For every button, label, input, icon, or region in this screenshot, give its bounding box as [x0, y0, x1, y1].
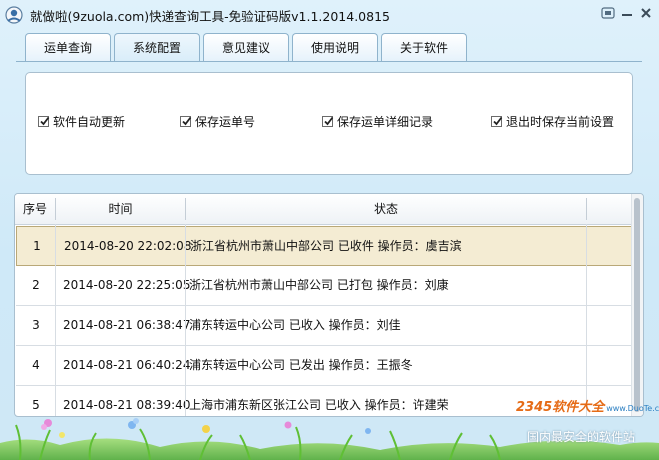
- row-number: 4: [32, 358, 40, 372]
- branding-caption: 国内最安全的软件站: [527, 430, 636, 444]
- window-title: 就做啦(9zuola.com)快递查询工具-免验证码版v1.1.2014.081…: [30, 9, 390, 24]
- row-time: 2014-08-21 08:39:40: [63, 398, 191, 412]
- row-status: 上海市浦东新区张江公司 已收入 操作员：许建荣: [189, 398, 449, 412]
- row-status: 浦东转运中心公司 已收入 操作员：刘佳: [189, 318, 401, 332]
- row-number: 1: [33, 239, 41, 253]
- auto-update-label: 软件自动更新: [53, 115, 126, 129]
- skin-icon[interactable]: [599, 5, 617, 21]
- table-row[interactable]: 2 2014-08-20 22:25:05 浙江省杭州市萧山中部公司 已打包 操…: [16, 266, 633, 306]
- row-time: 2014-08-21 06:40:24: [63, 358, 191, 372]
- tab-instructions[interactable]: 使用说明: [292, 33, 378, 61]
- row-status: 浙江省杭州市萧山中部公司 已收件 操作员：虞吉滨: [190, 239, 462, 253]
- flower-icon: [41, 418, 371, 438]
- tab-waybill-query[interactable]: 运单查询: [25, 33, 111, 61]
- row-time: 2014-08-20 22:25:05: [63, 278, 191, 292]
- column-gridline: [185, 224, 186, 416]
- column-gridline: [55, 224, 56, 416]
- column-divider: [586, 198, 587, 220]
- save-details-checkbox[interactable]: 保存运单详细记录: [322, 113, 433, 130]
- save-waybill-label: 保存运单号: [195, 115, 256, 129]
- checkbox-box[interactable]: [322, 116, 334, 127]
- column-gridline: [586, 224, 587, 416]
- tab-divider: [16, 61, 642, 62]
- row-time: 2014-08-20 22:02:08: [64, 239, 192, 253]
- row-number: 2: [32, 278, 40, 292]
- settings-panel: 软件自动更新 保存运单号 保存运单详细记录 退出时保存当前设置: [25, 72, 633, 175]
- minimize-button[interactable]: [618, 5, 636, 21]
- table-row[interactable]: 1 2014-08-20 22:02:08 浙江省杭州市萧山中部公司 已收件 操…: [16, 226, 633, 266]
- row-number: 3: [32, 318, 40, 332]
- checkbox-box[interactable]: [180, 116, 192, 127]
- tab-feedback[interactable]: 意见建议: [203, 33, 289, 61]
- table-row[interactable]: 4 2014-08-21 06:40:24 浦东转运中心公司 已发出 操作员：王…: [16, 346, 633, 386]
- logo-2345-text: 2345软件大全: [516, 400, 605, 415]
- column-header-no[interactable]: 序号: [15, 194, 55, 224]
- tracking-table: 序号 时间 状态 1 2014-08-20 22:02:08 浙江省杭州市萧山中…: [14, 193, 644, 417]
- vertical-scrollbar[interactable]: [631, 194, 643, 416]
- row-status: 浦东转运中心公司 已发出 操作员：王振冬: [189, 358, 413, 372]
- logo-2345-sub: www.DuoTe.com: [606, 404, 659, 413]
- table-header: 序号 时间 状态: [15, 194, 633, 225]
- title-bar: 就做啦(9zuola.com)快递查询工具-免验证码版v1.1.2014.081…: [0, 0, 659, 30]
- auto-update-checkbox[interactable]: 软件自动更新: [38, 113, 125, 130]
- column-header-status[interactable]: 状态: [186, 194, 586, 224]
- table-row[interactable]: 3 2014-08-21 06:38:47 浦东转运中心公司 已收入 操作员：刘…: [16, 306, 633, 346]
- app-logo-icon: [4, 5, 24, 25]
- save-waybill-checkbox[interactable]: 保存运单号: [180, 113, 255, 130]
- row-number: 5: [32, 398, 40, 412]
- save-on-exit-checkbox[interactable]: 退出时保存当前设置: [491, 113, 614, 130]
- tab-system-config[interactable]: 系统配置: [114, 33, 200, 61]
- save-details-label: 保存运单详细记录: [337, 115, 434, 129]
- checkbox-box[interactable]: [38, 116, 50, 127]
- tab-about[interactable]: 关于软件: [381, 33, 467, 61]
- row-status: 浙江省杭州市萧山中部公司 已打包 操作员：刘康: [189, 278, 449, 292]
- logo-2345: 2345软件大全www.DuoTe.com: [516, 396, 659, 415]
- save-on-exit-label: 退出时保存当前设置: [506, 115, 615, 129]
- checkbox-box[interactable]: [491, 116, 503, 127]
- scrollbar-thumb[interactable]: [634, 198, 640, 412]
- column-header-time[interactable]: 时间: [56, 194, 185, 224]
- close-button[interactable]: [637, 5, 655, 21]
- row-time: 2014-08-21 06:38:47: [63, 318, 191, 332]
